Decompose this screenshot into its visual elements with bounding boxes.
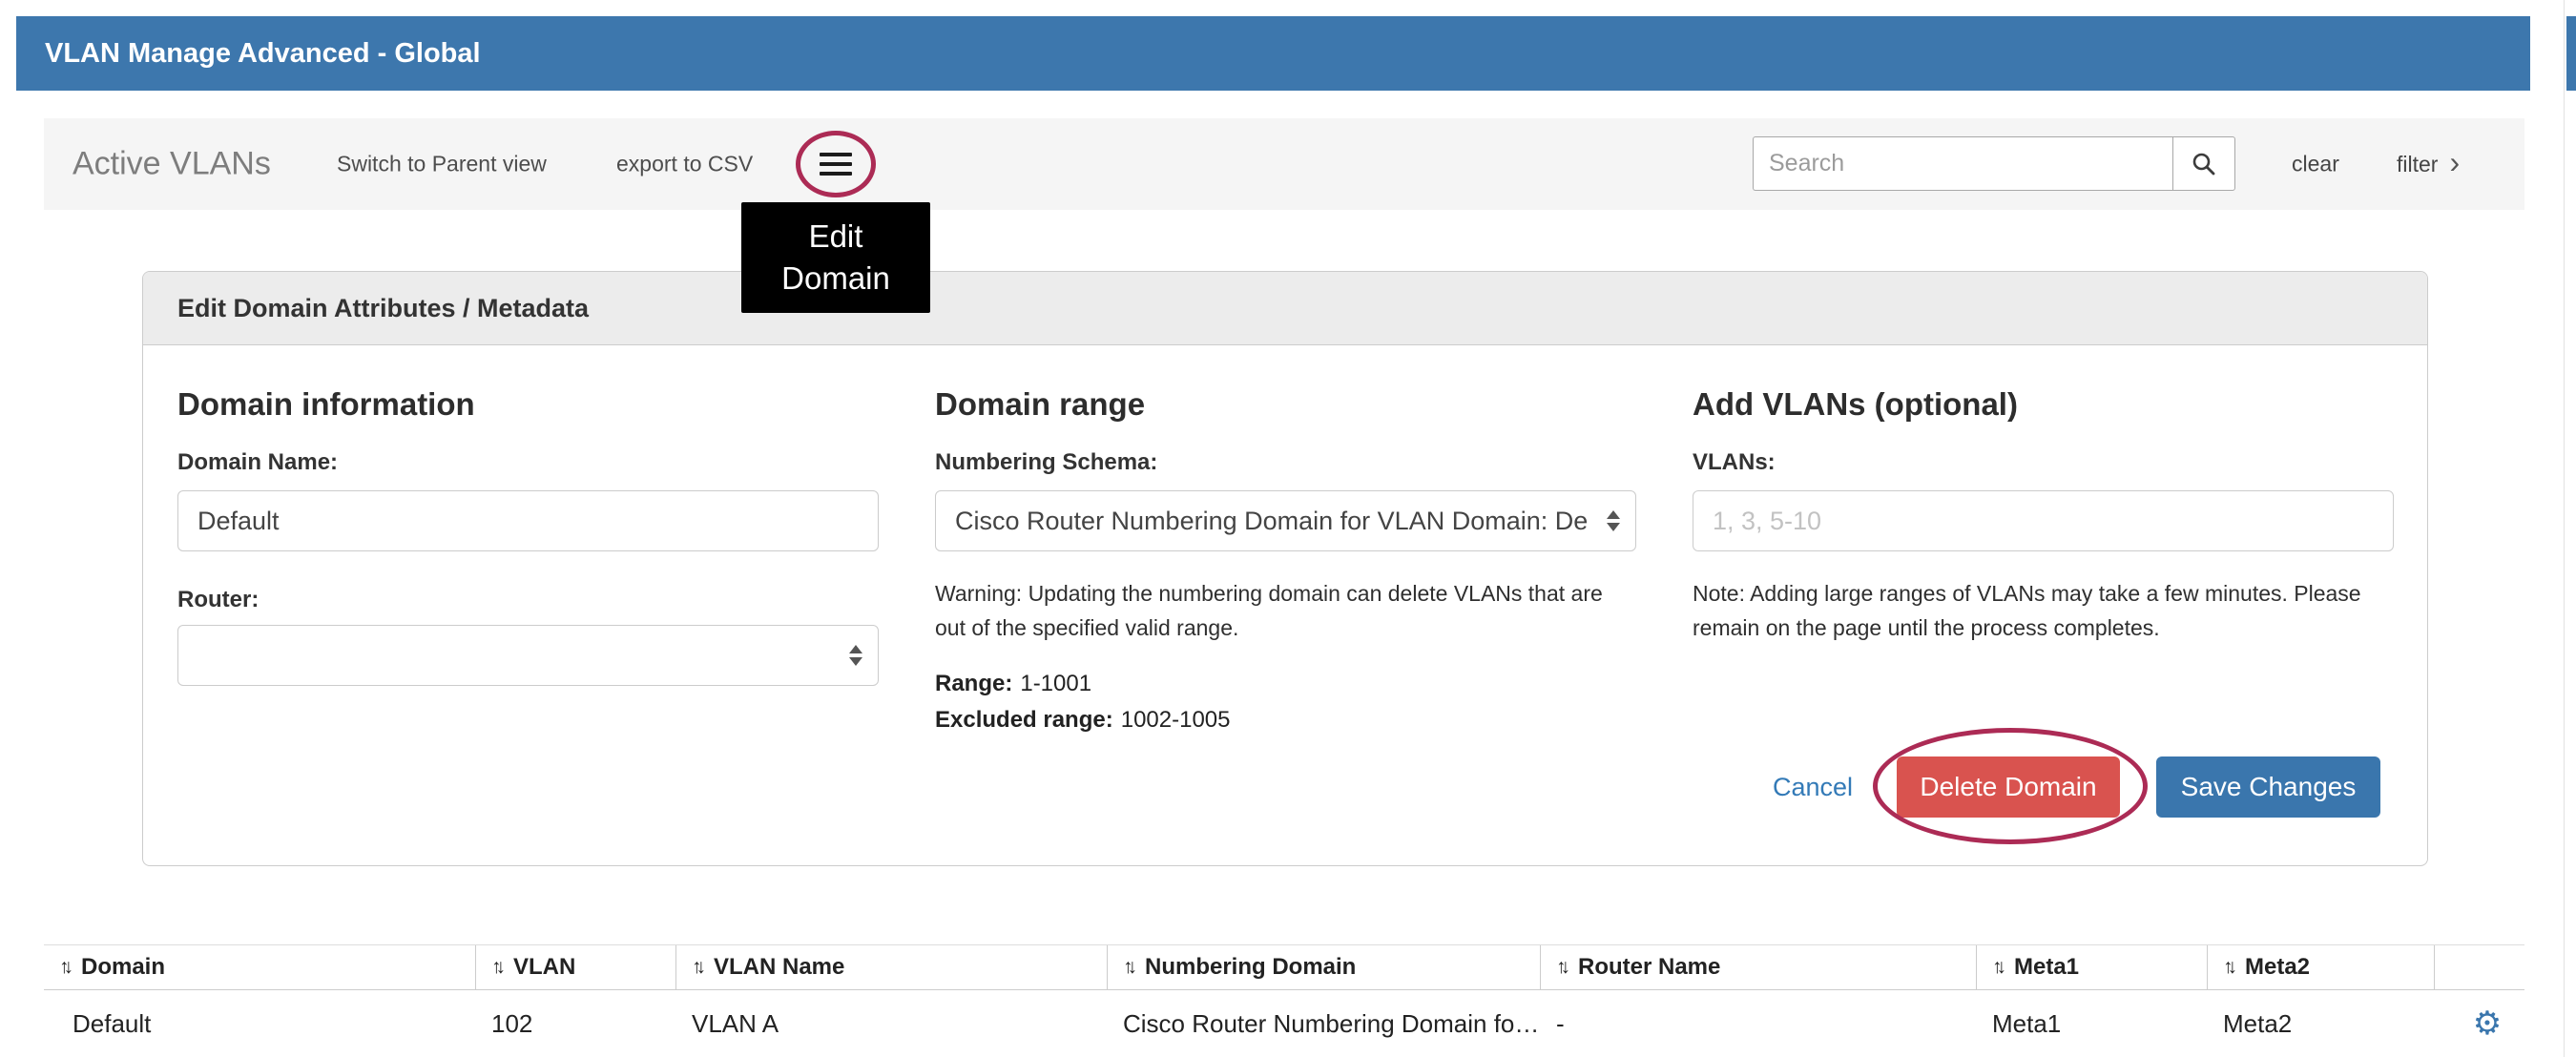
domain-name-input[interactable] bbox=[177, 490, 879, 551]
numbering-schema-label: Numbering Schema: bbox=[935, 448, 1636, 477]
active-vlans-heading: Active VLANs bbox=[73, 146, 271, 183]
sort-icon: ↑↓ bbox=[2223, 956, 2235, 979]
scrollbar-track bbox=[2564, 0, 2565, 1057]
cell-router-name: - bbox=[1541, 1009, 1977, 1039]
panel-body: Domain information Domain Name: Router: … bbox=[143, 345, 2427, 818]
panel-header: Edit Domain Attributes / Metadata bbox=[143, 272, 2427, 345]
vlan-table: ↑↓ Domain ↑↓ VLAN ↑↓ VLAN Name ↑↓ Number… bbox=[44, 944, 2524, 1057]
edit-domain-tooltip: Edit Domain bbox=[741, 202, 930, 313]
domain-range-heading: Domain range bbox=[935, 385, 1636, 424]
cell-meta2: Meta2 bbox=[2208, 1009, 2435, 1039]
col-header-actions bbox=[2435, 945, 2524, 989]
cell-domain: Default bbox=[44, 1009, 476, 1039]
hamburger-menu-icon[interactable] bbox=[820, 153, 852, 176]
sort-icon: ↑↓ bbox=[491, 956, 504, 979]
add-vlans-heading: Add VLANs (optional) bbox=[1693, 385, 2394, 424]
col-header-router-name[interactable]: ↑↓ Router Name bbox=[1541, 945, 1977, 989]
cell-numbering-domain: Cisco Router Numbering Domain for … bbox=[1108, 1009, 1541, 1039]
router-label: Router: bbox=[177, 586, 879, 614]
filter-link[interactable]: filter › bbox=[2397, 151, 2460, 177]
cell-actions: ⚙ bbox=[2435, 1007, 2524, 1040]
panel-actions: Cancel Delete Domain Save Changes bbox=[1693, 756, 2394, 818]
cell-meta1: Meta1 bbox=[1977, 1009, 2208, 1039]
col-header-vlan-name[interactable]: ↑↓ VLAN Name bbox=[676, 945, 1108, 989]
edit-domain-panel: Edit Domain Attributes / Metadata Domain… bbox=[142, 271, 2428, 866]
domain-name-label: Domain Name: bbox=[177, 448, 879, 477]
updown-arrows-icon bbox=[1607, 510, 1620, 531]
cancel-link[interactable]: Cancel bbox=[1773, 773, 1853, 802]
tooltip-text: Edit Domain bbox=[769, 216, 903, 300]
numbering-schema-select[interactable]: Cisco Router Numbering Domain for VLAN D… bbox=[935, 490, 1636, 551]
excluded-range-value: 1002-1005 bbox=[1121, 707, 1231, 733]
table-row[interactable]: Default 102 VLAN A Cisco Router Numberin… bbox=[44, 990, 2524, 1057]
hamburger-bar bbox=[820, 172, 852, 176]
cell-vlan: 102 bbox=[476, 1009, 676, 1039]
title-bar: VLAN Manage Advanced - Global bbox=[16, 16, 2530, 91]
gear-icon[interactable]: ⚙ bbox=[2473, 1007, 2502, 1040]
numbering-schema-value: Cisco Router Numbering Domain for VLAN D… bbox=[955, 507, 1588, 536]
toolbar: Active VLANs Switch to Parent view expor… bbox=[44, 118, 2524, 210]
col-header-meta2[interactable]: ↑↓ Meta2 bbox=[2208, 945, 2435, 989]
hamburger-bar bbox=[820, 153, 852, 156]
save-changes-button[interactable]: Save Changes bbox=[2156, 756, 2380, 818]
clear-link[interactable]: clear bbox=[2292, 152, 2339, 177]
col-header-label: Router Name bbox=[1578, 954, 1720, 981]
excluded-range-line: Excluded range: 1002-1005 bbox=[935, 706, 1636, 735]
filter-label: filter bbox=[2397, 152, 2438, 177]
scrollbar-thumb[interactable] bbox=[2566, 16, 2576, 91]
page-title: VLAN Manage Advanced - Global bbox=[45, 38, 481, 70]
col-header-domain[interactable]: ↑↓ Domain bbox=[44, 945, 476, 989]
chevron-right-icon: › bbox=[2449, 147, 2460, 177]
col-header-label: Domain bbox=[81, 954, 165, 981]
domain-information-heading: Domain information bbox=[177, 385, 879, 424]
vlans-label: VLANs: bbox=[1693, 448, 2394, 477]
col-header-label: Numbering Domain bbox=[1145, 954, 1356, 981]
search-button[interactable] bbox=[2172, 136, 2235, 191]
switch-parent-view-link[interactable]: Switch to Parent view bbox=[337, 152, 547, 177]
table-header-row: ↑↓ Domain ↑↓ VLAN ↑↓ VLAN Name ↑↓ Number… bbox=[44, 944, 2524, 990]
numbering-warning-text: Warning: Updating the numbering domain c… bbox=[935, 576, 1636, 645]
sort-icon: ↑↓ bbox=[1123, 956, 1135, 979]
sort-icon: ↑↓ bbox=[1992, 956, 2005, 979]
col-header-vlan[interactable]: ↑↓ VLAN bbox=[476, 945, 676, 989]
router-select[interactable] bbox=[177, 625, 879, 686]
col-header-numbering-domain[interactable]: ↑↓ Numbering Domain bbox=[1108, 945, 1541, 989]
sort-icon: ↑↓ bbox=[1556, 956, 1568, 979]
search-icon bbox=[2191, 151, 2217, 177]
range-line: Range: 1-1001 bbox=[935, 670, 1636, 698]
hamburger-bar bbox=[820, 162, 852, 166]
range-value: 1-1001 bbox=[1020, 671, 1091, 696]
col-header-label: Meta2 bbox=[2245, 954, 2310, 981]
delete-domain-button[interactable]: Delete Domain bbox=[1897, 756, 2120, 818]
panel-title: Edit Domain Attributes / Metadata bbox=[177, 294, 589, 323]
updown-arrows-icon bbox=[849, 645, 862, 666]
range-label: Range: bbox=[935, 671, 1012, 696]
sort-icon: ↑↓ bbox=[692, 956, 704, 979]
search-group bbox=[1753, 136, 2235, 191]
domain-information-section: Domain information Domain Name: Router: bbox=[177, 345, 879, 818]
col-header-meta1[interactable]: ↑↓ Meta1 bbox=[1977, 945, 2208, 989]
excluded-range-label: Excluded range: bbox=[935, 707, 1113, 733]
search-input[interactable] bbox=[1753, 136, 2172, 191]
add-vlans-section: Add VLANs (optional) VLANs: Note: Adding… bbox=[1693, 345, 2394, 818]
domain-range-section: Domain range Numbering Schema: Cisco Rou… bbox=[935, 345, 1636, 818]
col-header-label: Meta1 bbox=[2014, 954, 2079, 981]
sort-icon: ↑↓ bbox=[59, 956, 72, 979]
vlans-input[interactable] bbox=[1693, 490, 2394, 551]
col-header-label: VLAN Name bbox=[714, 954, 844, 981]
vlans-note-text: Note: Adding large ranges of VLANs may t… bbox=[1693, 576, 2394, 645]
export-csv-link[interactable]: export to CSV bbox=[616, 152, 753, 177]
col-header-label: VLAN bbox=[513, 954, 575, 981]
cell-vlan-name: VLAN A bbox=[676, 1009, 1108, 1039]
